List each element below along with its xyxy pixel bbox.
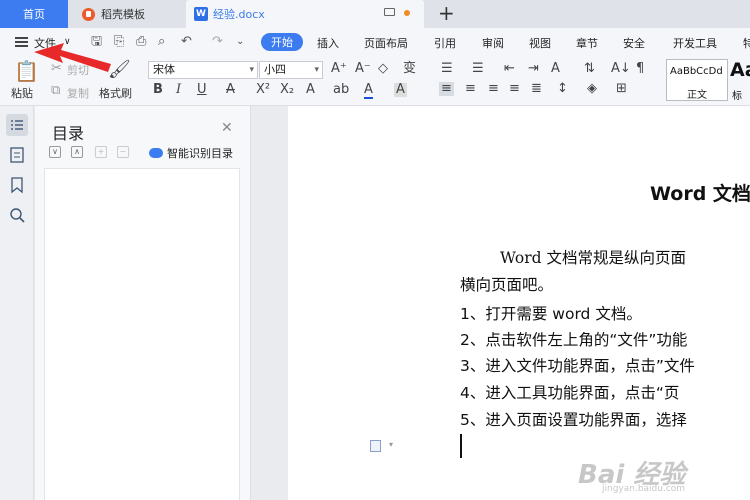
numbered-list-icon[interactable]: ☰ [472, 62, 484, 76]
step-item: 1、打开需要 word 文档。 [460, 305, 642, 323]
grow-font-icon[interactable]: A⁺ [331, 62, 347, 76]
toc-list[interactable] [44, 168, 240, 500]
text-effect-icon[interactable]: A [306, 83, 315, 97]
align-right-icon[interactable]: ≡ [488, 82, 499, 96]
paragraph-layout-icon[interactable] [370, 440, 381, 452]
search-icon [10, 208, 25, 223]
clear-format-icon[interactable]: ◇ [378, 62, 388, 76]
toc-panel-button[interactable] [6, 114, 28, 136]
sort-icon[interactable]: A↓ [611, 62, 631, 76]
step-item: 4、进入工具功能界面，点击“页 [460, 384, 680, 402]
redo-icon[interactable]: ↷ [212, 35, 223, 49]
superscript-icon[interactable]: X² [256, 83, 270, 97]
tab-features[interactable]: 特 [743, 35, 750, 51]
tab-review[interactable]: 审阅 [482, 35, 504, 51]
chevron-down-icon: ▾ [314, 65, 319, 75]
font-size-select[interactable]: 小四 ▾ [259, 61, 323, 79]
step-item: 5、进入页面设置功能界面，选择 [460, 411, 687, 429]
watermark-url: jingyan.baidu.com [602, 484, 686, 494]
print-preview-icon[interactable]: ⌕ [158, 35, 165, 49]
subscript-icon[interactable]: X₂ [280, 83, 294, 97]
tab-chapter[interactable]: 章节 [576, 35, 598, 51]
phonetic-icon[interactable]: 变 [403, 62, 416, 76]
document-title: Word 文档 [650, 183, 750, 205]
shading-icon[interactable]: ◈ [587, 82, 597, 96]
tab-document-label: 经验.docx [213, 8, 265, 21]
paragraph-line: 横向页面吧。 [460, 276, 554, 294]
tab-references[interactable]: 引用 [434, 35, 456, 51]
style-heading[interactable]: Aa 标 [730, 59, 750, 102]
borders-icon[interactable]: ⊞ [616, 82, 627, 96]
undo-icon[interactable]: ↶ [181, 35, 192, 49]
page-icon [10, 147, 24, 163]
underline-icon[interactable]: U [197, 83, 207, 97]
highlight-icon[interactable]: ab [333, 83, 349, 97]
search-panel-button[interactable] [6, 204, 28, 226]
italic-icon[interactable]: I [176, 83, 181, 97]
line-spacing-icon[interactable]: ↕ [557, 82, 568, 96]
tab-insert[interactable]: 插入 [317, 35, 339, 51]
watermark: Bai 经验 jingyan.baidu.com [578, 454, 748, 494]
word-doc-icon: W [194, 7, 208, 21]
chinese-layout-icon[interactable]: A [551, 62, 560, 76]
collapse-all-icon[interactable]: ∧ [71, 146, 83, 158]
chevron-down-icon[interactable]: ▾ [389, 440, 393, 449]
step-item: 2、点击软件左上角的“文件”功能 [460, 331, 688, 349]
style-heading-sample: Aa [730, 59, 750, 81]
align-left-icon[interactable]: ≡ [439, 82, 454, 96]
toc-panel: 目录 ✕ ∨ ∧ + − 智能识别目录 [35, 106, 251, 500]
tab-start[interactable]: 开始 [261, 33, 303, 51]
increase-indent-icon[interactable]: ⇥ [528, 62, 539, 76]
show-marks-icon[interactable]: ¶ [636, 62, 644, 76]
paragraph-line: Word 文档常规是纵向页面 [500, 249, 686, 267]
bookmark-icon [11, 177, 23, 194]
toc-title: 目录 [52, 124, 85, 143]
tab-document[interactable]: W 经验.docx [186, 0, 424, 28]
toc-icon [11, 120, 23, 130]
step-item: 3、进入文件功能界面，点击”文件 [460, 357, 695, 375]
customize-toolbar-icon[interactable]: ⌄ [236, 35, 244, 49]
shrink-font-icon[interactable]: A⁻ [355, 62, 371, 76]
distributed-icon[interactable]: ≣ [531, 82, 542, 96]
bookmark-panel-button[interactable] [6, 174, 28, 196]
new-tab-button[interactable]: + [438, 2, 455, 24]
bold-icon[interactable]: B [153, 83, 163, 97]
font-size-value: 小四 [264, 63, 286, 76]
bullet-list-icon[interactable]: ☰ [441, 62, 453, 76]
document-page[interactable]: Word 文档 Word 文档常规是纵向页面 横向页面吧。 1、打开需要 wor… [288, 106, 750, 500]
decrease-indent-icon[interactable]: ⇤ [504, 62, 515, 76]
align-center-icon[interactable]: ≡ [465, 82, 476, 96]
smart-icon [149, 148, 163, 158]
style-normal[interactable]: AaBbCcDd 正文 [666, 59, 728, 101]
tab-developer[interactable]: 开发工具 [673, 35, 717, 51]
char-shading-icon[interactable]: A [394, 83, 407, 97]
add-heading-icon[interactable]: + [95, 146, 107, 158]
left-rail [0, 106, 34, 500]
chevron-down-icon: ▾ [249, 65, 254, 75]
style-normal-sample: AaBbCcDd [670, 66, 723, 77]
font-name-value: 宋体 [153, 63, 175, 76]
text-cursor [460, 434, 462, 458]
smart-toc-label: 智能识别目录 [167, 147, 233, 160]
tab-page-layout[interactable]: 页面布局 [364, 35, 408, 51]
font-name-select[interactable]: 宋体 ▾ [148, 61, 258, 79]
close-icon[interactable]: ✕ [221, 120, 233, 136]
font-color-icon[interactable]: A [364, 83, 373, 99]
annotation-arrow-icon [34, 43, 111, 72]
smart-toc-button[interactable]: 智能识别目录 [149, 145, 233, 161]
unsaved-dot-icon [404, 10, 410, 16]
pages-panel-button[interactable] [6, 144, 28, 166]
tab-view[interactable]: 视图 [529, 35, 551, 51]
strikethrough-icon[interactable]: A [226, 83, 235, 97]
remove-heading-icon[interactable]: − [117, 146, 129, 158]
tab-security[interactable]: 安全 [623, 35, 645, 51]
monitor-icon[interactable] [384, 8, 395, 16]
style-heading-label: 标 [732, 91, 742, 102]
text-direction-icon[interactable]: ⇅ [584, 62, 595, 76]
expand-all-icon[interactable]: ∨ [49, 146, 61, 158]
justify-icon[interactable]: ≡ [509, 82, 520, 96]
style-normal-label: 正文 [687, 90, 707, 101]
